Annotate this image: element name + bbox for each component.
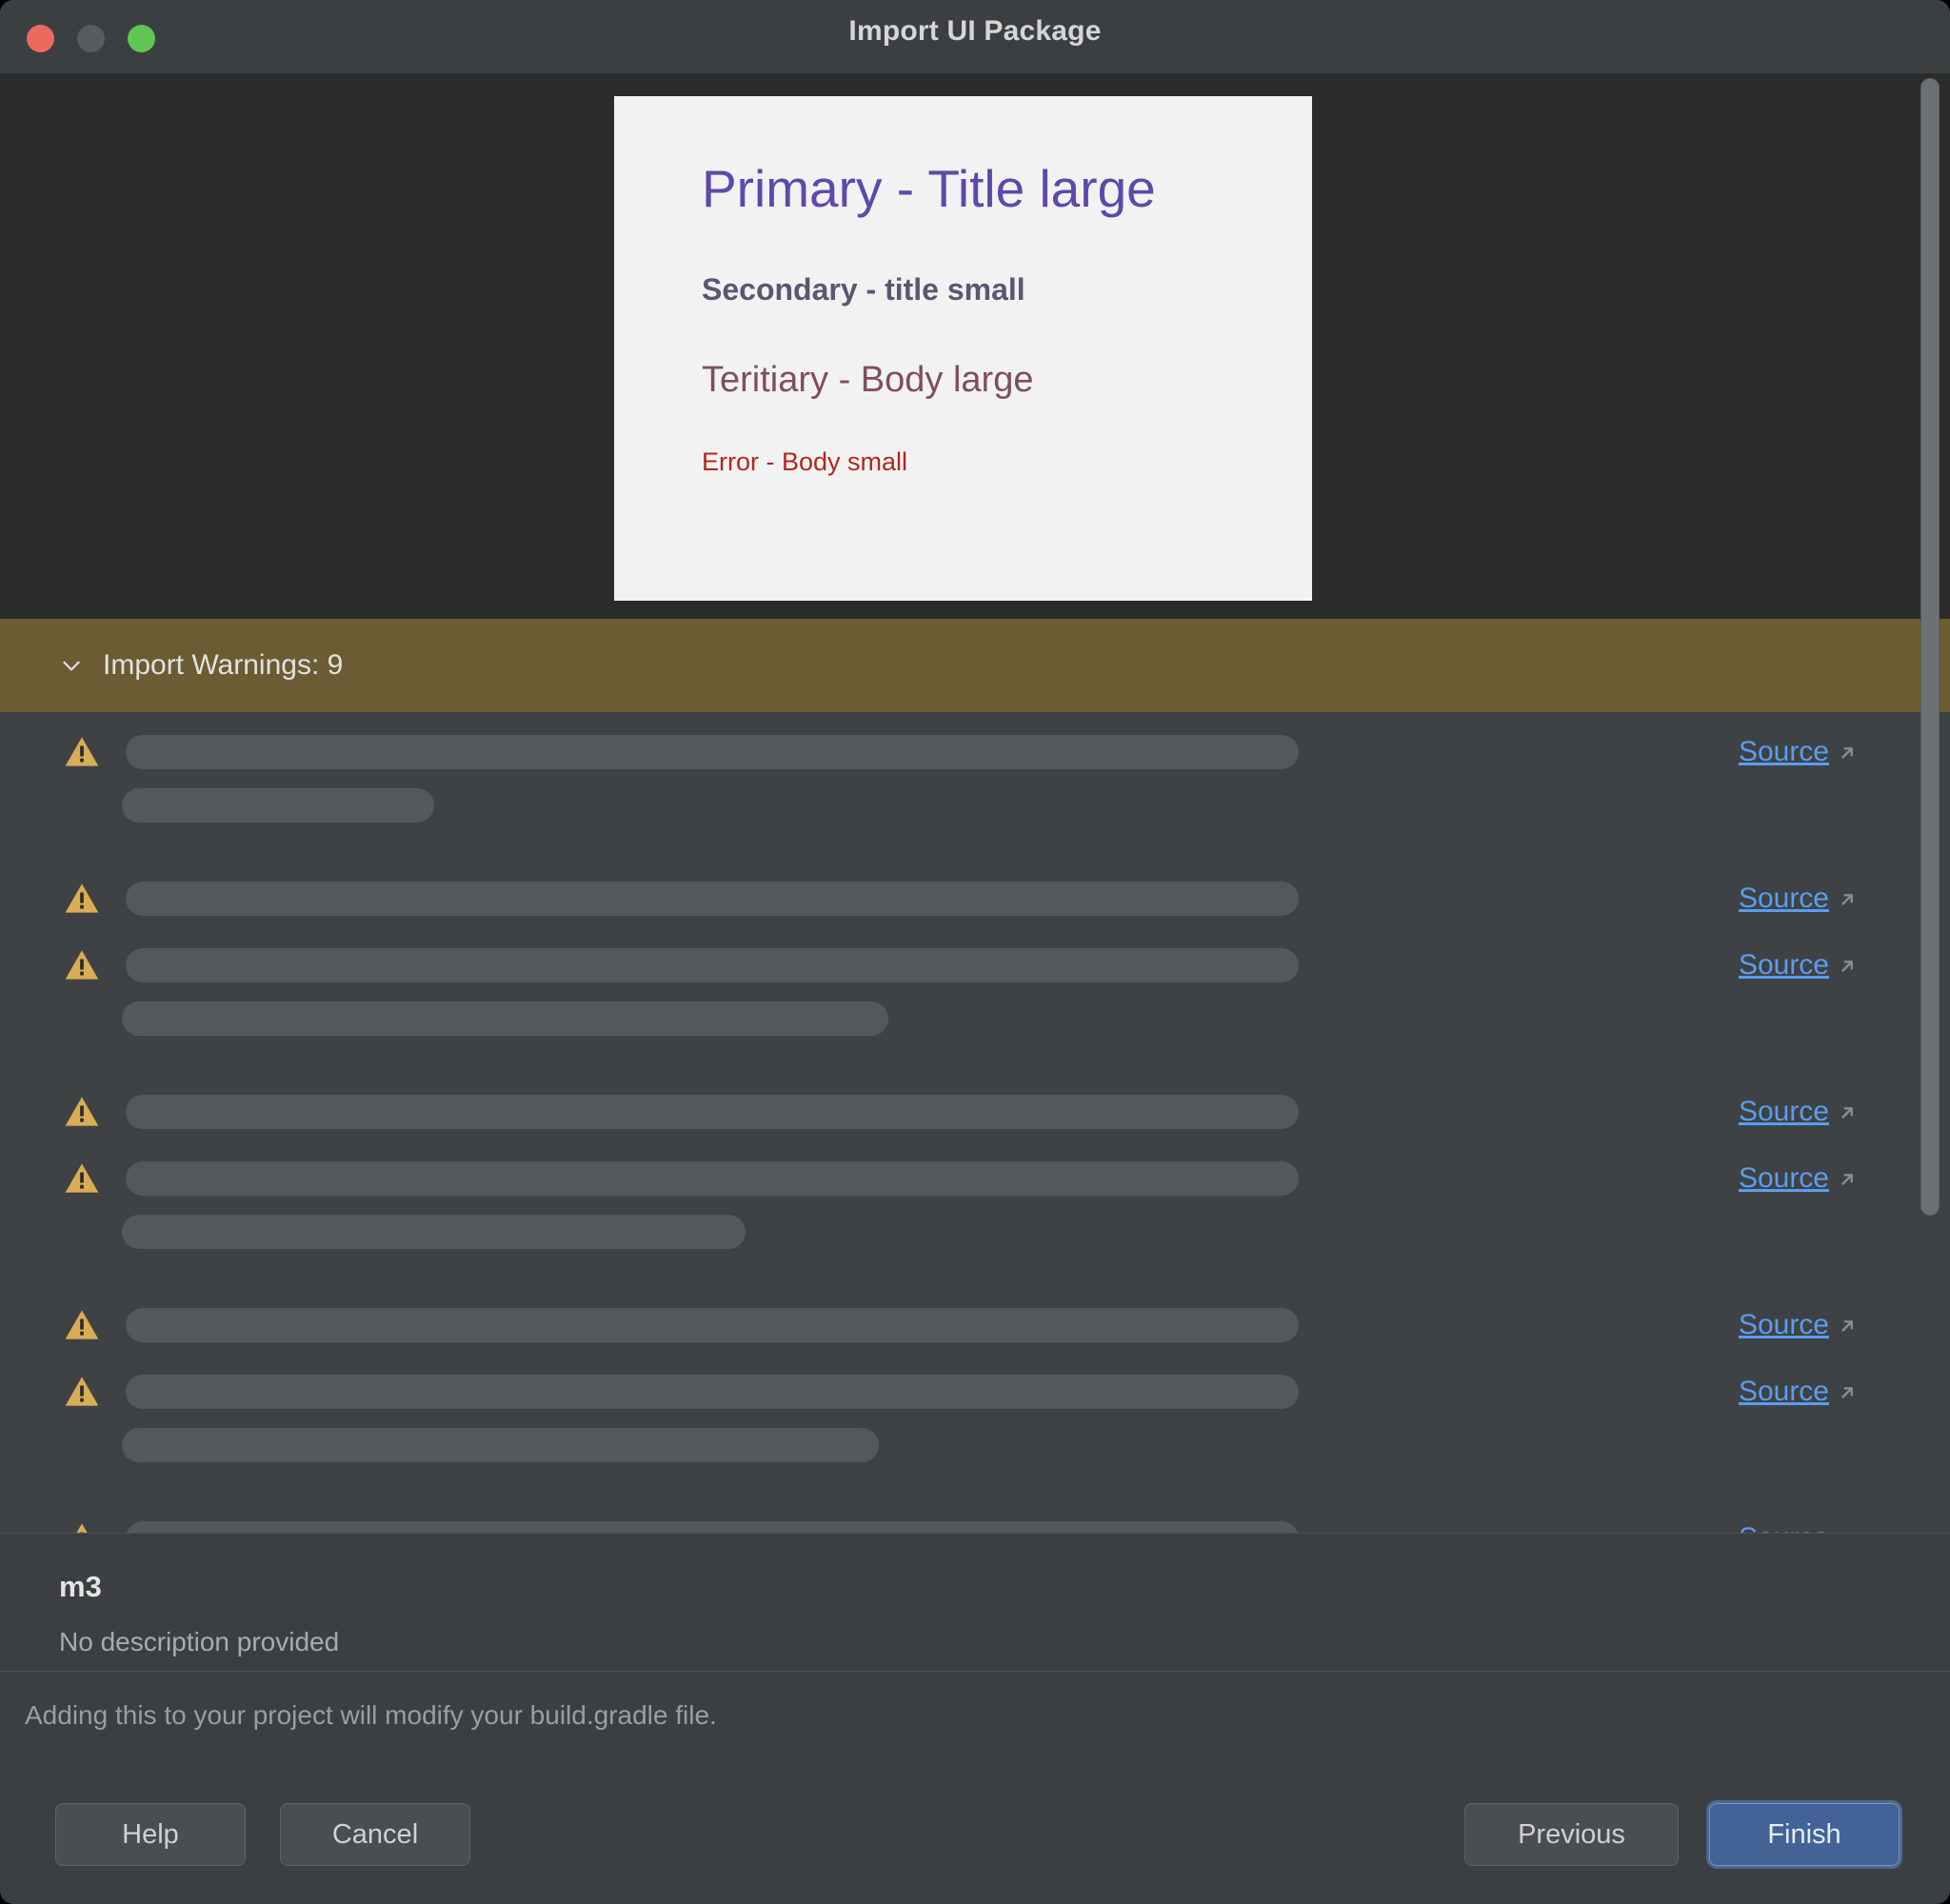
warning-detail-redacted	[122, 788, 434, 823]
warning-source-link[interactable]: Source	[1739, 1309, 1857, 1341]
warning-row[interactable]: Source	[0, 1512, 1950, 1533]
warning-source-link[interactable]: Source	[1739, 736, 1857, 768]
warning-detail-row	[0, 779, 1950, 832]
warning-row[interactable]: Source	[0, 872, 1950, 925]
import-warnings-label: Import Warnings: 9	[103, 649, 344, 681]
warning-row[interactable]: Source	[0, 1365, 1950, 1418]
previous-button[interactable]: Previous	[1464, 1803, 1679, 1866]
preview-sample-primary: Primary - Title large	[702, 159, 1156, 218]
warning-group: Source	[0, 1152, 1950, 1259]
warning-source-link[interactable]: Source	[1739, 1162, 1857, 1195]
warning-group: Source	[0, 1299, 1950, 1352]
warning-row[interactable]: Source	[0, 1299, 1950, 1352]
warning-triangle-icon	[65, 883, 99, 913]
finish-button[interactable]: Finish	[1709, 1803, 1900, 1866]
warning-message-redacted	[126, 1308, 1299, 1342]
warning-group: Source	[0, 725, 1950, 832]
warning-source-label: Source	[1738, 1096, 1829, 1127]
warning-group: Source	[0, 1365, 1950, 1472]
warning-source-label: Source	[1739, 1522, 1829, 1533]
warning-source-label: Source	[1738, 1309, 1829, 1340]
warning-triangle-icon	[65, 1310, 99, 1339]
warning-detail-redacted	[122, 1428, 879, 1462]
warning-triangle-icon	[65, 1097, 99, 1126]
warning-message-redacted	[126, 735, 1299, 769]
warning-source-link[interactable]: Source	[1739, 1376, 1857, 1408]
warning-triangle-icon	[76, 1523, 88, 1533]
warning-group: Source	[0, 872, 1950, 925]
warning-source-link[interactable]: Source	[1739, 1096, 1857, 1128]
warning-message-redacted	[126, 1521, 1299, 1533]
preview-sample-tertiary: Teritiary - Body large	[702, 360, 1034, 400]
warning-detail-row	[0, 1205, 1950, 1259]
help-button[interactable]: Help	[55, 1803, 246, 1866]
dialog-button-bar: Help Cancel Previous Finish	[0, 1790, 1950, 1904]
warning-message-redacted	[126, 1161, 1299, 1196]
theme-preview-area: Primary - Title large Secondary - title …	[0, 74, 1950, 619]
warning-source-label: Source	[1738, 949, 1829, 981]
external-link-icon	[1841, 894, 1853, 905]
warning-source-label: Source	[1738, 1162, 1829, 1194]
external-link-icon	[1841, 1174, 1853, 1185]
preview-sample-secondary: Secondary - title small	[702, 272, 1025, 307]
theme-preview-samples: Primary - Title large Secondary - title …	[702, 163, 1273, 475]
warning-message-redacted	[126, 948, 1299, 982]
window-title: Import UI Package	[848, 15, 1102, 47]
warning-triangle-icon	[65, 1163, 99, 1193]
vertical-scrollbar-thumb[interactable]	[1920, 78, 1940, 1216]
import-warnings-header[interactable]: Import Warnings: 9	[0, 619, 1950, 712]
warning-source-label: Source	[1738, 883, 1829, 914]
warning-group: Source	[0, 939, 1950, 1045]
warning-row[interactable]: Source	[0, 939, 1950, 992]
warning-detail-redacted	[122, 1215, 746, 1249]
warning-triangle-icon	[65, 1377, 99, 1406]
warning-source-label: Source	[1738, 736, 1829, 767]
import-ui-package-window: Import UI Package Primary - Title large …	[0, 0, 1950, 1904]
window-titlebar: Import UI Package	[0, 0, 1950, 74]
warning-triangle-icon	[65, 737, 99, 766]
warning-triangle-icon	[65, 950, 99, 980]
external-link-icon	[1841, 747, 1853, 759]
warning-source-link[interactable]: Source	[1739, 949, 1857, 982]
warning-source-link[interactable]: Source	[1739, 883, 1857, 915]
preview-sample-error: Error - Body small	[702, 447, 908, 476]
warning-group: Source	[0, 1085, 1950, 1139]
warning-message-redacted	[126, 882, 1299, 916]
external-link-icon	[1841, 1387, 1853, 1398]
warning-source-link[interactable]: Source	[1739, 1522, 1857, 1533]
package-name: m3	[59, 1570, 102, 1603]
warning-row[interactable]: Source	[0, 1085, 1950, 1139]
section-divider	[0, 1671, 1950, 1672]
external-link-icon	[1841, 1107, 1853, 1119]
warning-detail-row	[0, 1418, 1950, 1472]
package-info-section: m3 No description provided	[0, 1534, 1950, 1671]
chevron-down-icon	[63, 661, 80, 671]
warning-detail-redacted	[122, 1002, 888, 1036]
warning-row[interactable]: Source	[0, 1152, 1950, 1205]
warning-group: Source	[0, 1512, 1950, 1533]
package-description: No description provided	[59, 1627, 340, 1656]
external-link-icon	[1841, 961, 1853, 972]
warning-source-label: Source	[1738, 1376, 1829, 1407]
warning-message-redacted	[126, 1375, 1299, 1409]
vertical-scrollbar[interactable]	[1918, 78, 1942, 1525]
import-warnings-list[interactable]: Source Source Source Source Source Sourc…	[0, 712, 1950, 1533]
cancel-button[interactable]: Cancel	[280, 1803, 470, 1866]
theme-preview-card: Primary - Title large Secondary - title …	[614, 96, 1312, 601]
external-link-icon	[1841, 1320, 1853, 1332]
gradle-modification-note: Adding this to your project will modify …	[25, 1700, 717, 1730]
warning-detail-row	[0, 992, 1950, 1045]
warning-row[interactable]: Source	[0, 725, 1950, 779]
warning-message-redacted	[126, 1095, 1299, 1129]
